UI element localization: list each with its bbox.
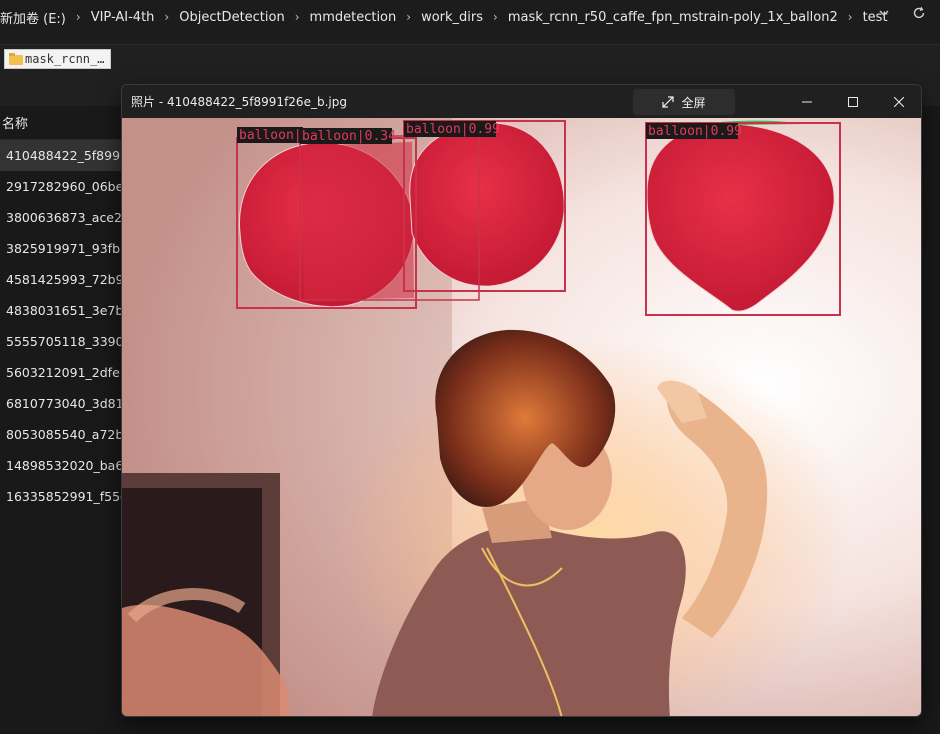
file-name: 3825919971_93fb1ec581_b.jpg (6, 241, 125, 256)
breadcrumb-model[interactable]: mask_rcnn_r50_caffe_fpn_mstrain-poly_1x_… (508, 10, 838, 25)
breadcrumb-vip[interactable]: VIP-AI-4th (91, 10, 155, 25)
balloon-mask-2 (302, 142, 414, 300)
balloon-mask-3 (409, 122, 565, 287)
file-name: 6810773040_3d81036d05_k.jpg (6, 396, 125, 411)
file-row[interactable]: 3825919971_93fb1ec581_b.jpg (0, 233, 125, 264)
detection-label-1: balloon|1 (239, 128, 309, 143)
file-row[interactable]: 6810773040_3d81036d05_k.jpg (0, 388, 125, 419)
detection-label-4: balloon|0.99 (648, 124, 742, 139)
file-row[interactable]: 4838031651_3e7b5ea5c7_b.jpg (0, 295, 125, 326)
close-icon (894, 96, 904, 107)
detection-label-3: balloon|0.99 (406, 122, 500, 137)
column-header-name[interactable]: 名称 (0, 106, 125, 140)
folder-tab-label: mask_rcnn_… (25, 52, 105, 66)
tab-strip (0, 34, 940, 44)
viewer-titlebar[interactable]: 照片 - 410488422_5f8991f26e_b.jpg 全屏 (122, 85, 921, 118)
file-name: 8053085540_a72bd21a64_k.jpg (6, 427, 125, 442)
photo-canvas[interactable]: balloon|1 balloon|0.34 balloon|0.99 ball… (122, 118, 921, 716)
file-name: 5555705118_3390d70abe_b.jpg (6, 334, 125, 349)
file-name: 4838031651_3e7b5ea5c7_b.jpg (6, 303, 125, 318)
breadcrumb: 新加卷 (E:) › VIP-AI-4th › ObjectDetection › m… (0, 8, 888, 27)
file-row[interactable]: 5603212091_2dfe16ea72_b.jpg (0, 357, 125, 388)
file-row[interactable]: 8053085540_a72bd21a64_k.jpg (0, 419, 125, 450)
file-row[interactable]: 3800636873_ace2c2795f_b.jpg (0, 202, 125, 233)
close-button[interactable] (876, 85, 921, 118)
file-name: 4581425993_72b9b15fc0_b.jpg (6, 272, 125, 287)
photos-viewer-window: 照片 - 410488422_5f8991f26e_b.jpg 全屏 ballo… (121, 84, 922, 717)
address-bar[interactable]: 新加卷 (E:) › VIP-AI-4th › ObjectDetection › m… (0, 0, 940, 34)
file-row[interactable]: 4581425993_72b9b15fc0_b.jpg (0, 264, 125, 295)
file-row[interactable]: 5555705118_3390d70abe_b.jpg (0, 326, 125, 357)
viewer-title: 照片 - 410488422_5f8991f26e_b.jpg (131, 95, 347, 109)
detection-label-2: balloon|0.34 (302, 129, 396, 144)
breadcrumb-workdirs[interactable]: work_dirs (421, 10, 483, 25)
chevron-right-icon: › (294, 10, 300, 24)
refresh-icon[interactable] (912, 6, 926, 20)
file-name: 3800636873_ace2c2795f_b.jpg (6, 210, 125, 225)
file-name: 2917282960_06beee649a_b.jpg (6, 179, 125, 194)
folder-icon (9, 53, 23, 65)
chevron-right-icon: › (406, 10, 412, 24)
maximize-button[interactable] (830, 85, 876, 118)
fullscreen-label: 全屏 (681, 95, 706, 110)
file-row[interactable]: 14898532020_ba6199cd89_k.jpg (0, 450, 125, 481)
chevron-right-icon: › (493, 10, 498, 24)
minimize-button[interactable] (784, 85, 830, 118)
file-row[interactable]: 16335852991_f55de7958d_k.jpg (0, 481, 125, 512)
expand-icon (662, 96, 675, 108)
chevron-right-icon: › (847, 10, 853, 24)
chevron-right-icon: › (164, 10, 170, 24)
maximize-icon (848, 96, 858, 107)
file-name: 5603212091_2dfe16ea72_b.jpg (6, 365, 125, 380)
breadcrumb-mmdetection[interactable]: mmdetection (310, 10, 397, 25)
breadcrumb-drive[interactable]: 新加卷 (E:) (0, 8, 66, 27)
file-name: 16335852991_f55de7958d_k.jpg (6, 489, 125, 504)
file-name: 410488422_5f8991f26e_b.jpg (6, 148, 125, 163)
file-list: 名称 410488422_5f8991f26e_b.jpg 2917282960_… (0, 106, 125, 734)
fullscreen-button[interactable]: 全屏 (633, 89, 735, 115)
file-name: 14898532020_ba6199cd89_k.jpg (6, 458, 125, 473)
chevron-down-icon[interactable] (878, 7, 890, 19)
breadcrumb-objectdetection[interactable]: ObjectDetection (179, 10, 285, 25)
chevron-right-icon: › (75, 10, 81, 24)
file-row[interactable]: 410488422_5f8991f26e_b.jpg (0, 140, 125, 171)
file-row[interactable]: 2917282960_06beee649a_b.jpg (0, 171, 125, 202)
folder-tab[interactable]: mask_rcnn_… (4, 49, 112, 69)
minimize-icon (802, 101, 812, 102)
